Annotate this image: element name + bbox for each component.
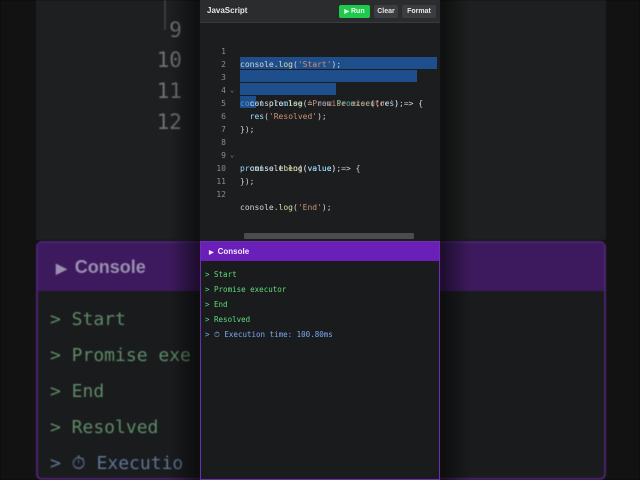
code-playground: JavaScript ▶ Run Clear Format 1 console.l… bbox=[200, 0, 440, 480]
code-line: 6 }); bbox=[200, 97, 440, 134]
code-line: 3 ⌄ const promise = new Promise((res) =>… bbox=[200, 58, 440, 108]
console-header[interactable]: ▶ Console bbox=[201, 242, 439, 261]
code-line: 2 bbox=[200, 45, 440, 69]
background-console-title: ▶ Console bbox=[56, 257, 146, 278]
code-line: 5 res('Resolved'); bbox=[200, 84, 440, 121]
execution-time-line: > ⏱ Execution time: 100.80ms bbox=[205, 330, 333, 339]
right-shadow bbox=[440, 0, 470, 480]
code-line: 10 }); bbox=[200, 149, 440, 186]
code-line: 9 console.log(value); bbox=[200, 136, 440, 173]
console-output-line: > Promise executor bbox=[205, 285, 287, 294]
play-icon: ▶ bbox=[209, 250, 214, 256]
console-output-line: > Resolved bbox=[205, 315, 251, 324]
left-shadow bbox=[170, 0, 200, 480]
console-title-text: Console bbox=[217, 247, 250, 256]
language-label: JavaScript bbox=[207, 6, 248, 15]
code-line: 12 console.log('End'); bbox=[200, 175, 440, 212]
line-number: 12 bbox=[216, 190, 226, 199]
horizontal-scrollbar[interactable] bbox=[244, 233, 414, 239]
console-title: ▶ Console bbox=[209, 247, 249, 256]
code-line: 8 ⌄ promise.then((value) => { bbox=[200, 123, 440, 173]
format-button[interactable]: Format bbox=[402, 5, 436, 18]
background-output-line: > End bbox=[50, 381, 105, 402]
code-line: 4 console.log('Promise executor'); bbox=[200, 71, 440, 108]
code-text: console.log('End'); bbox=[240, 203, 332, 212]
clear-button[interactable]: Clear bbox=[374, 5, 398, 18]
code-line: 7 bbox=[200, 110, 440, 134]
code-line: 11 bbox=[200, 162, 440, 186]
console-panel: ▶ Console > Start > Promise executor > En… bbox=[200, 241, 440, 480]
play-icon: ▶ bbox=[56, 260, 67, 276]
code-editor[interactable]: 1 console.log('Start'); 2 3 ⌄ const prom… bbox=[200, 24, 440, 240]
console-output-line: > Start bbox=[205, 270, 237, 279]
code-line: 1 console.log('Start'); bbox=[200, 32, 440, 69]
run-button[interactable]: ▶ Run bbox=[339, 5, 370, 18]
toolbar: JavaScript ▶ Run Clear Format bbox=[200, 0, 440, 23]
console-output-line: > End bbox=[205, 300, 228, 309]
play-icon: ▶ bbox=[344, 9, 349, 15]
background-output-line: > Start bbox=[50, 309, 126, 330]
run-button-label: Run bbox=[351, 8, 365, 15]
background-output-line: > Resolved bbox=[50, 417, 159, 438]
background-console-title-text: Console bbox=[74, 257, 146, 277]
background-time-line: > ⏱ Executio bbox=[50, 453, 184, 474]
